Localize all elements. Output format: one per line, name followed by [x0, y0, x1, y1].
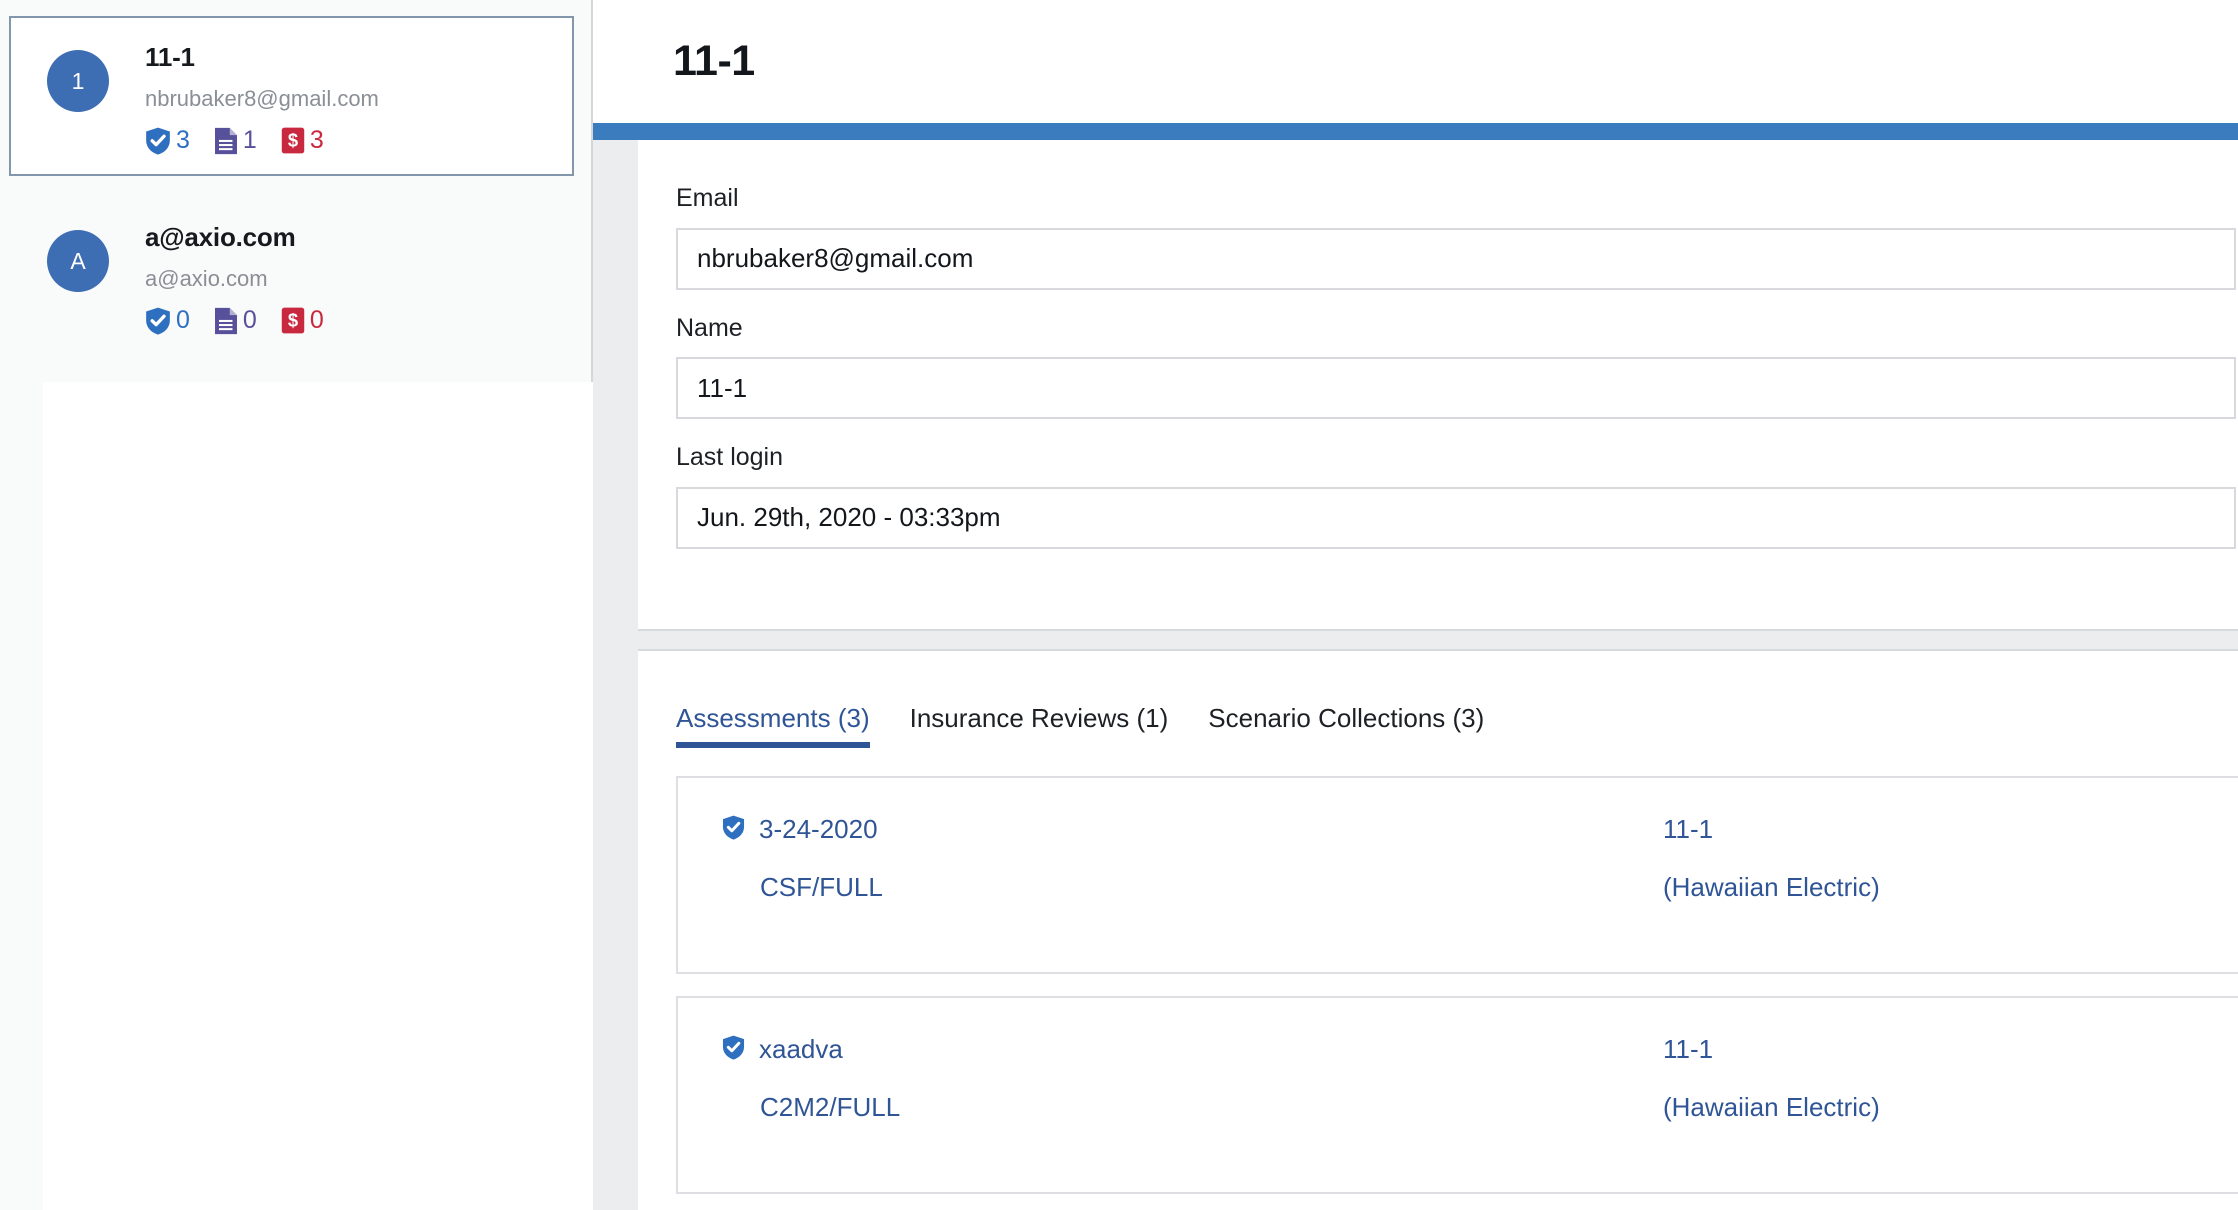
user-card-inner: A a@axio.com a@axio.com 0 0 $ 0	[11, 220, 572, 335]
list-item-title[interactable]: 3-24-2020	[759, 814, 878, 845]
stat-scenario-collections-count: 3	[309, 126, 324, 155]
document-icon	[214, 127, 238, 155]
related-items-card: Assessments (3) Insurance Reviews (1) Sc…	[638, 651, 2238, 1210]
last-login-label: Last login	[676, 443, 784, 471]
sidebar-user-card[interactable]: A a@axio.com a@axio.com 0 0 $ 0	[9, 196, 574, 356]
layout-gutter	[593, 0, 638, 1210]
list-item-title-line: 3-24-2020	[722, 814, 1663, 845]
svg-text:$: $	[288, 130, 298, 151]
user-name: a@axio.com	[145, 222, 296, 252]
email-field-group: Email	[676, 182, 2238, 290]
user-email: a@axio.com	[145, 266, 268, 292]
tab-insurance-reviews[interactable]: Insurance Reviews (1)	[910, 703, 1169, 748]
user-details-form: Email Name Last login	[638, 140, 2238, 549]
name-label: Name	[676, 313, 743, 342]
stat-assessments-count: 3	[176, 126, 190, 155]
stat-scenario-collections-count: 0	[309, 306, 324, 335]
accent-bar	[593, 123, 2238, 140]
shield-check-icon	[722, 815, 745, 845]
sidebar-empty-panel	[43, 382, 595, 1210]
list-item-right: 11-1 (Hawaiian Electric)	[1663, 1034, 1880, 1123]
last-login-input	[676, 486, 2236, 549]
app-root: 1 11-1 nbrubaker8@gmail.com 3 1 $ 3 A a@…	[0, 0, 2238, 1210]
list-item-org-parent: (Hawaiian Electric)	[1663, 1092, 1880, 1123]
last-login-field-group: Last login	[676, 441, 2238, 549]
main-content: 11-1 Email Name Last login	[593, 0, 2238, 1210]
card-separator-band	[638, 629, 2238, 651]
user-stats-row: 0 0 $ 0	[145, 307, 324, 335]
list-item-subtitle: C2M2/FULL	[760, 1092, 901, 1123]
list-item-title[interactable]: xaadva	[759, 1034, 843, 1065]
stat-insurance-reviews-count: 1	[242, 126, 257, 155]
list-item-subtitle: CSF/FULL	[760, 872, 883, 903]
shield-check-icon	[145, 307, 171, 335]
list-item-left: 3-24-2020 CSF/FULL	[678, 814, 1663, 903]
tab-bar: Assessments (3) Insurance Reviews (1) Sc…	[676, 703, 2238, 749]
email-input[interactable]	[676, 227, 2236, 290]
list-item-org: 11-1	[1663, 814, 1714, 845]
gutter-top-fill	[593, 0, 638, 123]
avatar: A	[47, 230, 109, 292]
user-card-text: a@axio.com a@axio.com 0 0 $ 0	[145, 220, 324, 335]
stat-assessments-count: 0	[176, 306, 190, 335]
name-input[interactable]	[676, 357, 2236, 419]
stat-scenario-collections: $ 0	[281, 307, 324, 334]
stat-insurance-reviews: 1	[214, 127, 257, 155]
svg-text:$: $	[288, 310, 298, 331]
shield-check-icon	[145, 127, 171, 155]
tab-assessments[interactable]: Assessments (3)	[676, 703, 870, 749]
user-list-sidebar: 1 11-1 nbrubaker8@gmail.com 3 1 $ 3 A a@…	[0, 0, 595, 1210]
list-item-title-line: xaadva	[722, 1034, 1663, 1065]
list-item-left: xaadva C2M2/FULL	[678, 1034, 1663, 1123]
name-field-group: Name	[676, 312, 2238, 419]
list-item-right: 11-1 (Hawaiian Electric)	[1663, 814, 1880, 903]
main-header: 11-1	[638, 0, 2238, 123]
avatar: 1	[47, 50, 109, 112]
list-item[interactable]: xaadva C2M2/FULL 11-1 (Hawaiian Electric…	[676, 996, 2238, 1195]
document-icon	[214, 307, 238, 335]
list-item[interactable]: 3-24-2020 CSF/FULL 11-1 (Hawaiian Electr…	[676, 776, 2238, 975]
shield-check-icon	[722, 1035, 745, 1065]
dollar-badge-icon: $	[281, 307, 305, 334]
email-label: Email	[676, 184, 739, 212]
list-item-org-parent: (Hawaiian Electric)	[1663, 872, 1880, 903]
user-card-text: 11-1 nbrubaker8@gmail.com 3 1 $ 3	[145, 40, 379, 155]
user-name: 11-1	[145, 42, 195, 72]
sidebar-user-card-selected[interactable]: 1 11-1 nbrubaker8@gmail.com 3 1 $ 3	[9, 16, 574, 176]
page-title: 11-1	[673, 37, 755, 85]
stat-insurance-reviews: 0	[214, 307, 257, 335]
stat-assessments: 0	[145, 307, 190, 335]
tabs-section: Assessments (3) Insurance Reviews (1) Sc…	[638, 651, 2238, 1195]
assessment-list: 3-24-2020 CSF/FULL 11-1 (Hawaiian Electr…	[676, 776, 2238, 1195]
tab-scenario-collections[interactable]: Scenario Collections (3)	[1208, 703, 1484, 748]
stat-scenario-collections: $ 3	[281, 127, 324, 154]
user-email: nbrubaker8@gmail.com	[145, 86, 379, 112]
dollar-badge-icon: $	[281, 127, 305, 154]
stat-assessments: 3	[145, 127, 190, 155]
user-stats-row: 3 1 $ 3	[145, 127, 379, 155]
user-card-inner: 1 11-1 nbrubaker8@gmail.com 3 1 $ 3	[11, 40, 572, 155]
stat-insurance-reviews-count: 0	[242, 306, 257, 335]
list-item-org: 11-1	[1663, 1034, 1714, 1065]
user-details-card: Email Name Last login	[638, 140, 2238, 629]
